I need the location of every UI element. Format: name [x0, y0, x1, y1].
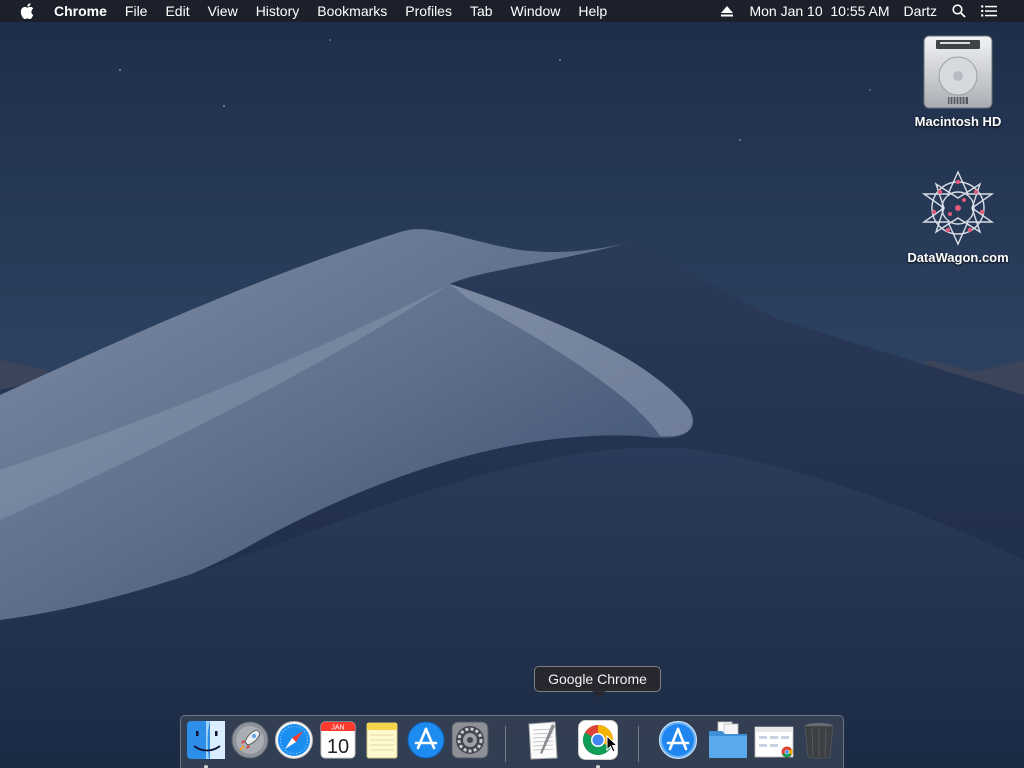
- tooltip-arrow: [592, 691, 606, 698]
- dock-item-finder[interactable]: [186, 720, 226, 768]
- menu-status-area: Mon Jan 10 10:55 AM Dartz: [712, 0, 1024, 22]
- menu-bookmarks[interactable]: Bookmarks: [308, 0, 396, 22]
- dock-item-downloads[interactable]: [754, 720, 794, 760]
- menu-history[interactable]: History: [247, 0, 309, 22]
- trash-icon: [804, 723, 834, 759]
- launchpad-icon: [231, 721, 269, 759]
- dock-item-app-store[interactable]: [406, 720, 446, 760]
- network-volume-icon: [918, 168, 998, 248]
- menu-tab[interactable]: Tab: [461, 0, 502, 22]
- dock-item-applications[interactable]: [658, 720, 698, 760]
- desktop-icon-datawagon[interactable]: DataWagon.com: [898, 168, 1018, 265]
- dock-item-textedit[interactable]: [522, 720, 562, 760]
- menu-bar: Chrome File Edit View History Bookmarks …: [0, 0, 1024, 22]
- menu-app-name[interactable]: Chrome: [48, 0, 116, 22]
- dock-item-notes[interactable]: [362, 720, 402, 760]
- dock-tooltip: Google Chrome: [534, 666, 661, 698]
- menu-user-name[interactable]: Dartz: [897, 0, 944, 22]
- textedit-icon: [528, 721, 558, 760]
- desktop-icon-label: Macintosh HD: [914, 114, 1002, 129]
- apple-logo-icon[interactable]: [20, 3, 34, 19]
- dock-separator: [505, 726, 506, 762]
- dock-item-system-preferences[interactable]: [450, 720, 490, 760]
- notification-center-icon[interactable]: [980, 0, 998, 22]
- applications-folder-icon: [658, 720, 698, 760]
- hard-drive-icon: [918, 32, 998, 112]
- dock-item-launchpad[interactable]: [230, 720, 270, 760]
- safari-icon: [275, 721, 313, 759]
- menu-items: Chrome File Edit View History Bookmarks …: [48, 0, 616, 22]
- menu-profiles[interactable]: Profiles: [396, 0, 461, 22]
- dock-separator: [638, 726, 639, 762]
- system-preferences-icon: [451, 721, 489, 759]
- downloads-stack-icon: [754, 726, 794, 758]
- app-store-icon: [407, 721, 445, 759]
- mouse-cursor-icon: [606, 735, 618, 753]
- menu-edit[interactable]: Edit: [156, 0, 198, 22]
- calendar-day: 10: [327, 736, 349, 758]
- dock-item-trash[interactable]: [799, 720, 839, 760]
- spotlight-search-icon[interactable]: [950, 0, 968, 22]
- desktop-icon-macintosh-hd[interactable]: Macintosh HD: [898, 32, 1018, 129]
- eject-icon[interactable]: [718, 0, 736, 22]
- dock: JAN 10: [180, 715, 844, 768]
- menu-window[interactable]: Window: [502, 0, 570, 22]
- dock-item-safari[interactable]: [274, 720, 314, 760]
- menu-clock[interactable]: Mon Jan 10 10:55 AM: [742, 0, 896, 22]
- tooltip-text: Google Chrome: [548, 671, 647, 687]
- menu-view[interactable]: View: [199, 0, 247, 22]
- calendar-icon: JAN 10: [320, 721, 356, 759]
- finder-icon: [187, 721, 225, 759]
- menu-file[interactable]: File: [116, 0, 157, 22]
- desktop-icon-label: DataWagon.com: [907, 250, 1009, 265]
- calendar-month: JAN: [331, 725, 344, 732]
- documents-folder-icon: [709, 721, 747, 758]
- dock-item-documents[interactable]: [708, 720, 748, 760]
- dock-item-calendar[interactable]: JAN 10: [318, 720, 358, 760]
- notes-icon: [366, 722, 398, 759]
- menu-help[interactable]: Help: [569, 0, 616, 22]
- desktop-wallpaper: [0, 0, 1024, 768]
